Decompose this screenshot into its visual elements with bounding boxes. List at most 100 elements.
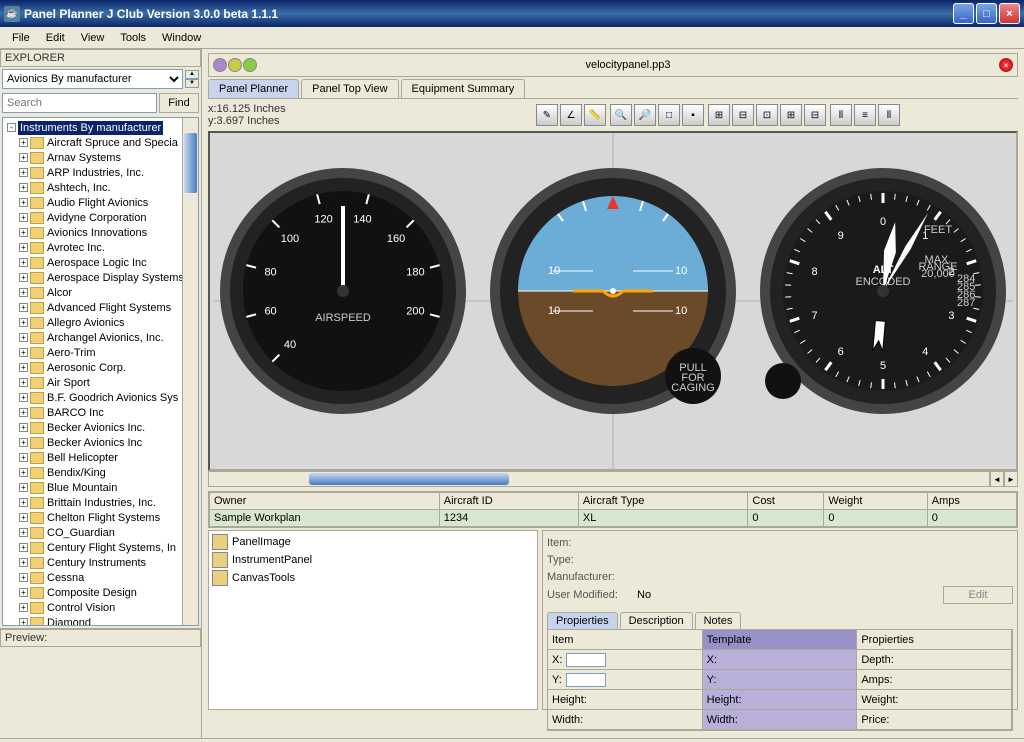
tool-zoom-in[interactable]: 🔍 xyxy=(610,104,632,126)
tree-item[interactable]: +Alcor xyxy=(5,285,196,300)
tree-item[interactable]: +Brittain Industries, Inc. xyxy=(5,495,196,510)
tab-panel-top-view[interactable]: Panel Top View xyxy=(301,79,398,98)
tree-item[interactable]: +Control Vision xyxy=(5,600,196,615)
doc-icon-2[interactable] xyxy=(228,58,242,72)
tree-item[interactable]: +Aerospace Logic Inc xyxy=(5,255,196,270)
tool-actual[interactable]: ▪ xyxy=(682,104,704,126)
tree-scrollbar[interactable] xyxy=(182,118,198,625)
ptab-description[interactable]: Description xyxy=(620,612,693,629)
tree-item[interactable]: +Blue Mountain xyxy=(5,480,196,495)
prop-field[interactable]: Width: xyxy=(548,710,703,730)
edit-button[interactable]: Edit xyxy=(943,586,1013,604)
tree-item[interactable]: +Bell Helicopter xyxy=(5,450,196,465)
prop-field[interactable]: X: xyxy=(548,650,703,670)
table-cell[interactable]: 0 xyxy=(824,510,927,527)
tree-item[interactable]: +Air Sport xyxy=(5,375,196,390)
tree-item[interactable]: +Arnav Systems xyxy=(5,150,196,165)
tool-align-4[interactable]: ⊞ xyxy=(780,104,802,126)
layers-panel[interactable]: PanelImageInstrumentPanelCanvasTools xyxy=(208,530,538,710)
document-close-button[interactable]: × xyxy=(999,58,1013,72)
tree-item[interactable]: +CO_Guardian xyxy=(5,525,196,540)
layer-item[interactable]: PanelImage xyxy=(211,533,535,551)
tree-item[interactable]: +Archangel Avionics, Inc. xyxy=(5,330,196,345)
menu-file[interactable]: File xyxy=(4,30,38,46)
tab-panel-planner[interactable]: Panel Planner xyxy=(208,79,299,98)
doc-icon-3[interactable] xyxy=(243,58,257,72)
svg-text:120: 120 xyxy=(314,214,332,226)
tree-item[interactable]: +Avionics Innovations xyxy=(5,225,196,240)
tree-item[interactable]: +Becker Avionics Inc. xyxy=(5,420,196,435)
ptab-properties[interactable]: Propierties xyxy=(547,612,618,629)
tool-align-1[interactable]: ⊞ xyxy=(708,104,730,126)
layer-item[interactable]: CanvasTools xyxy=(211,569,535,587)
prop-template-field: Height: xyxy=(703,690,858,710)
tool-align-3[interactable]: ⊡ xyxy=(756,104,778,126)
tree-item[interactable]: +Aircraft Spruce and Specia xyxy=(5,135,196,150)
tree-item[interactable]: +B.F. Goodrich Avionics Sys xyxy=(5,390,196,405)
tree-item[interactable]: +Bendix/King xyxy=(5,465,196,480)
tree-item[interactable]: +Audio Flight Avionics xyxy=(5,195,196,210)
menu-window[interactable]: Window xyxy=(154,30,209,46)
tool-pen[interactable]: ✎ xyxy=(536,104,558,126)
tree-item[interactable]: +BARCO Inc xyxy=(5,405,196,420)
find-button[interactable]: Find xyxy=(159,93,199,113)
menu-tools[interactable]: Tools xyxy=(112,30,154,46)
table-header: Amps xyxy=(927,493,1016,510)
table-cell[interactable]: 0 xyxy=(927,510,1016,527)
tree-item[interactable]: +Aerospace Display Systems xyxy=(5,270,196,285)
tree-item[interactable]: +Becker Avionics Inc xyxy=(5,435,196,450)
tree-item[interactable]: +Avidyne Corporation xyxy=(5,210,196,225)
layer-item[interactable]: InstrumentPanel xyxy=(211,551,535,569)
tool-dist-2[interactable]: ≡ xyxy=(854,104,876,126)
prop-field[interactable]: Height: xyxy=(548,690,703,710)
svg-text:10: 10 xyxy=(675,265,687,277)
tree-view[interactable]: -Instruments By manufacturer+Aircraft Sp… xyxy=(2,117,199,626)
doc-icon-1[interactable] xyxy=(213,58,227,72)
filter-dropdown[interactable]: Avionics By manufacturer xyxy=(2,69,183,89)
tool-dist-1[interactable]: ⫴ xyxy=(830,104,852,126)
tree-item[interactable]: +Chelton Flight Systems xyxy=(5,510,196,525)
tree-item[interactable]: +Ashtech, Inc. xyxy=(5,180,196,195)
tool-ruler[interactable]: 📏 xyxy=(584,104,606,126)
maximize-button[interactable]: □ xyxy=(976,3,997,24)
table-cell[interactable]: 0 xyxy=(748,510,824,527)
table-cell[interactable]: XL xyxy=(578,510,748,527)
minimize-button[interactable]: _ xyxy=(953,3,974,24)
tree-item[interactable]: +Advanced Flight Systems xyxy=(5,300,196,315)
tree-item[interactable]: +ARP Industries, Inc. xyxy=(5,165,196,180)
prop-field[interactable]: Y: xyxy=(548,670,703,690)
tree-item[interactable]: +Aerosonic Corp. xyxy=(5,360,196,375)
tree-item[interactable]: +Composite Design xyxy=(5,585,196,600)
tool-align-2[interactable]: ⊟ xyxy=(732,104,754,126)
canvas-area[interactable]: 406080100120140160180200 AIRSPEED 10 10 … xyxy=(208,131,1018,471)
tree-item[interactable]: +Avrotec Inc. xyxy=(5,240,196,255)
tool-fit[interactable]: □ xyxy=(658,104,680,126)
statusbar xyxy=(0,738,1024,742)
canvas-h-scrollbar[interactable]: ◄► xyxy=(208,471,1018,487)
menu-edit[interactable]: Edit xyxy=(38,30,73,46)
tool-zoom-out[interactable]: 🔎 xyxy=(634,104,656,126)
close-button[interactable]: × xyxy=(999,3,1020,24)
ptab-notes[interactable]: Notes xyxy=(695,612,742,629)
tab-equipment-summary[interactable]: Equipment Summary xyxy=(401,79,526,98)
tree-item[interactable]: +Diamond xyxy=(5,615,196,626)
table-header: Cost xyxy=(748,493,824,510)
tool-dist-3[interactable]: ⫴ xyxy=(878,104,900,126)
tool-align-5[interactable]: ⊟ xyxy=(804,104,826,126)
search-input[interactable] xyxy=(2,93,157,113)
table-cell[interactable]: 1234 xyxy=(439,510,578,527)
tree-item[interactable]: +Allegro Avionics xyxy=(5,315,196,330)
table-header: Aircraft Type xyxy=(578,493,748,510)
tree-item[interactable]: +Century Instruments xyxy=(5,555,196,570)
tree-item[interactable]: +Century Flight Systems, In xyxy=(5,540,196,555)
airspeed-indicator: 406080100120140160180200 AIRSPEED xyxy=(225,173,461,409)
filter-spinner[interactable]: ▲▼ xyxy=(185,70,199,88)
tool-angle[interactable]: ∠ xyxy=(560,104,582,126)
prop-type-label: Type: xyxy=(547,554,637,566)
tree-root: Instruments By manufacturer xyxy=(18,121,163,135)
menu-view[interactable]: View xyxy=(73,30,113,46)
tree-item[interactable]: +Cessna xyxy=(5,570,196,585)
tree-item[interactable]: +Aero-Trim xyxy=(5,345,196,360)
svg-text:7: 7 xyxy=(811,310,817,322)
table-cell[interactable]: Sample Workplan xyxy=(210,510,440,527)
